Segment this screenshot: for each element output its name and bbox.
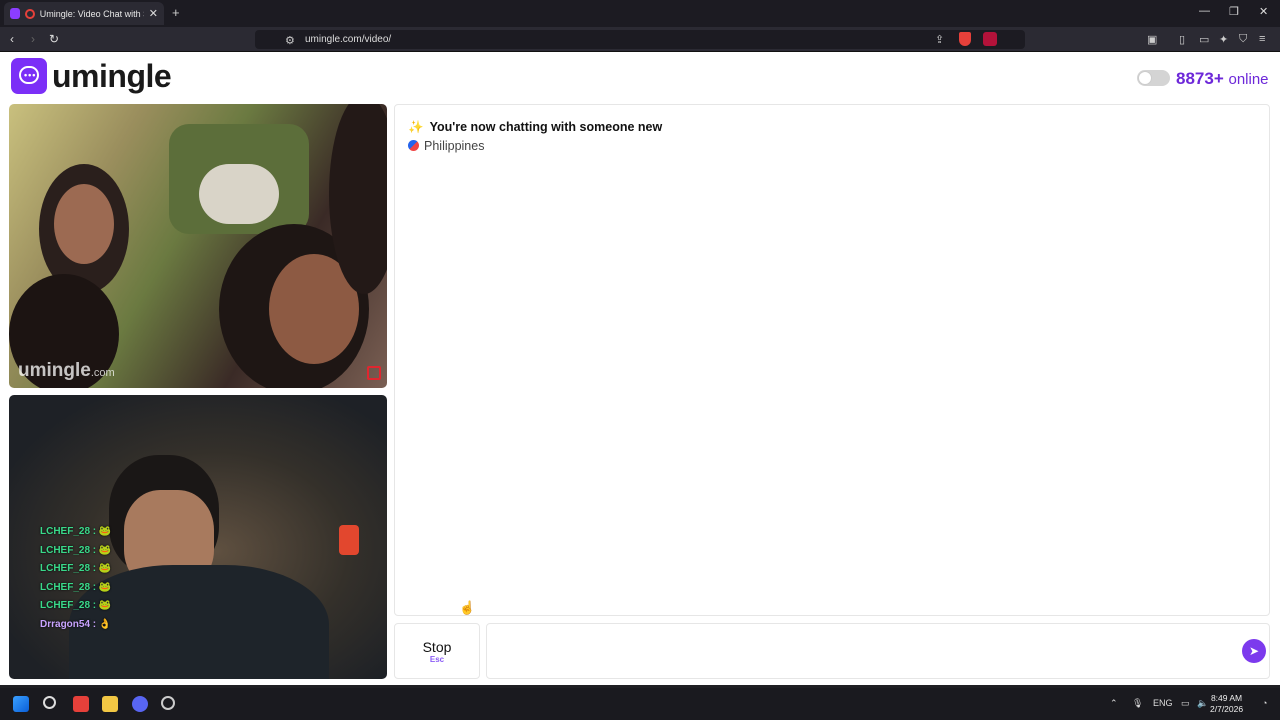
network-icon[interactable]: ▭ [1181, 698, 1190, 709]
extensions-icon[interactable]: ▣ [1147, 33, 1157, 46]
chat-line: LCHEF_28 : 🐸 [40, 581, 112, 593]
app-icon[interactable] [161, 696, 175, 710]
close-tab-icon[interactable]: ✕ [149, 7, 158, 20]
brave-browser-icon[interactable] [73, 696, 89, 712]
microphone-icon[interactable]: 🎙 [1132, 698, 1143, 709]
self-video: LCHEF_28 : 🐸 LCHEF_28 : 🐸 LCHEF_28 : 🐸 L… [9, 395, 387, 679]
menu-icon[interactable]: ≡ [1259, 33, 1265, 45]
tray-overflow-icon[interactable]: ⌃ [1110, 698, 1118, 709]
minimize-icon[interactable]: — [1199, 5, 1210, 17]
clock[interactable]: 8:49 AM 2/7/2026 [1210, 693, 1243, 715]
url-text: umingle.com/video/ [305, 34, 392, 45]
back-icon[interactable]: ‹ [10, 32, 14, 46]
taskbar: ⌃ 🎙 ENG ▭ 🔈 8:49 AM 2/7/2026 ◔ [0, 688, 1280, 720]
online-number: 8873+ [1176, 69, 1224, 88]
message-input[interactable] [486, 623, 1270, 679]
windows-start-icon[interactable] [13, 696, 29, 712]
language-indicator[interactable]: ENG [1153, 698, 1173, 708]
system-message: ✨ You're now chatting with someone new [408, 120, 663, 134]
stranger-video: umingle.com [9, 104, 387, 388]
leo-ai-icon[interactable]: ✦ [1219, 33, 1228, 46]
restore-icon[interactable]: ❐ [1229, 5, 1239, 18]
wallet-icon[interactable]: ▭ [1199, 33, 1209, 46]
brave-rewards-icon[interactable] [983, 32, 997, 46]
new-tab-button[interactable]: + [172, 5, 180, 20]
share-icon[interactable]: ⇪ [935, 33, 944, 46]
address-bar[interactable]: ⚙ umingle.com/video/ ⇪ [255, 30, 1025, 49]
site-info-icon[interactable]: ⚙ [285, 34, 295, 47]
browser-tab[interactable]: Umingle: Video Chat with Stra ✕ [4, 2, 164, 25]
chat-panel: ✨ You're now chatting with someone new Ph… [394, 104, 1270, 616]
online-label: online [1228, 71, 1269, 88]
sparkle-icon: ✨ [408, 120, 424, 134]
volume-icon[interactable]: 🔈 [1197, 698, 1208, 709]
philippines-flag-icon [408, 140, 419, 151]
tab-title: Umingle: Video Chat with Stra [39, 8, 144, 19]
theme-toggle[interactable] [1137, 70, 1170, 86]
chat-line: LCHEF_28 : 🐸 [40, 563, 112, 575]
stop-shortcut: Esc [429, 655, 445, 664]
logo-text[interactable]: umingle [52, 58, 172, 95]
stranger-country: Philippines [408, 139, 484, 153]
chat-line: LCHEF_28 : 🐸 [40, 526, 112, 537]
stop-label: Stop [422, 639, 452, 655]
vpn-icon[interactable]: ⛉ [1239, 33, 1247, 46]
chat-line: Drragon54 : 👌 [40, 618, 112, 630]
umingle-favicon-icon [10, 8, 21, 19]
umingle-logo-icon[interactable]: ••• [11, 58, 47, 94]
sidebar-icon[interactable]: ▯ [1179, 33, 1185, 46]
notification-icon[interactable]: ◔ [1262, 698, 1267, 708]
umingle-watermark: umingle.com [18, 360, 115, 381]
brave-shields-icon[interactable] [959, 32, 971, 46]
reload-icon[interactable]: ↻ [49, 32, 59, 46]
stop-button[interactable]: Stop Esc [394, 623, 480, 679]
page: ••• umingle 8873+ online umingle.com LCH… [0, 52, 1280, 685]
discord-icon[interactable] [132, 696, 148, 712]
file-explorer-icon[interactable] [102, 696, 118, 712]
chat-line: LCHEF_28 : 🐸 [40, 600, 112, 612]
mouse-cursor-icon: ☝ [459, 600, 476, 615]
recording-icon [25, 8, 35, 19]
browser-nav-bar: ‹ › ↻ ⌑ ⚙ umingle.com/video/ ⇪ ▣ ▯ ▭ ✦ ⛉… [0, 27, 1280, 52]
search-icon[interactable] [43, 696, 56, 709]
online-count: 8873+ online [1176, 69, 1269, 89]
chat-line: LCHEF_28 : 🐸 [40, 544, 112, 556]
forward-icon[interactable]: › [31, 32, 35, 46]
stream-chat-overlay: LCHEF_28 : 🐸 LCHEF_28 : 🐸 LCHEF_28 : 🐸 L… [40, 526, 111, 638]
close-window-icon[interactable]: ✕ [1259, 5, 1268, 18]
browser-tab-bar: Umingle: Video Chat with Stra ✕ + — ❐ ✕ [0, 0, 1280, 27]
report-icon[interactable] [367, 366, 381, 380]
send-icon[interactable]: ➤ [1242, 639, 1266, 663]
